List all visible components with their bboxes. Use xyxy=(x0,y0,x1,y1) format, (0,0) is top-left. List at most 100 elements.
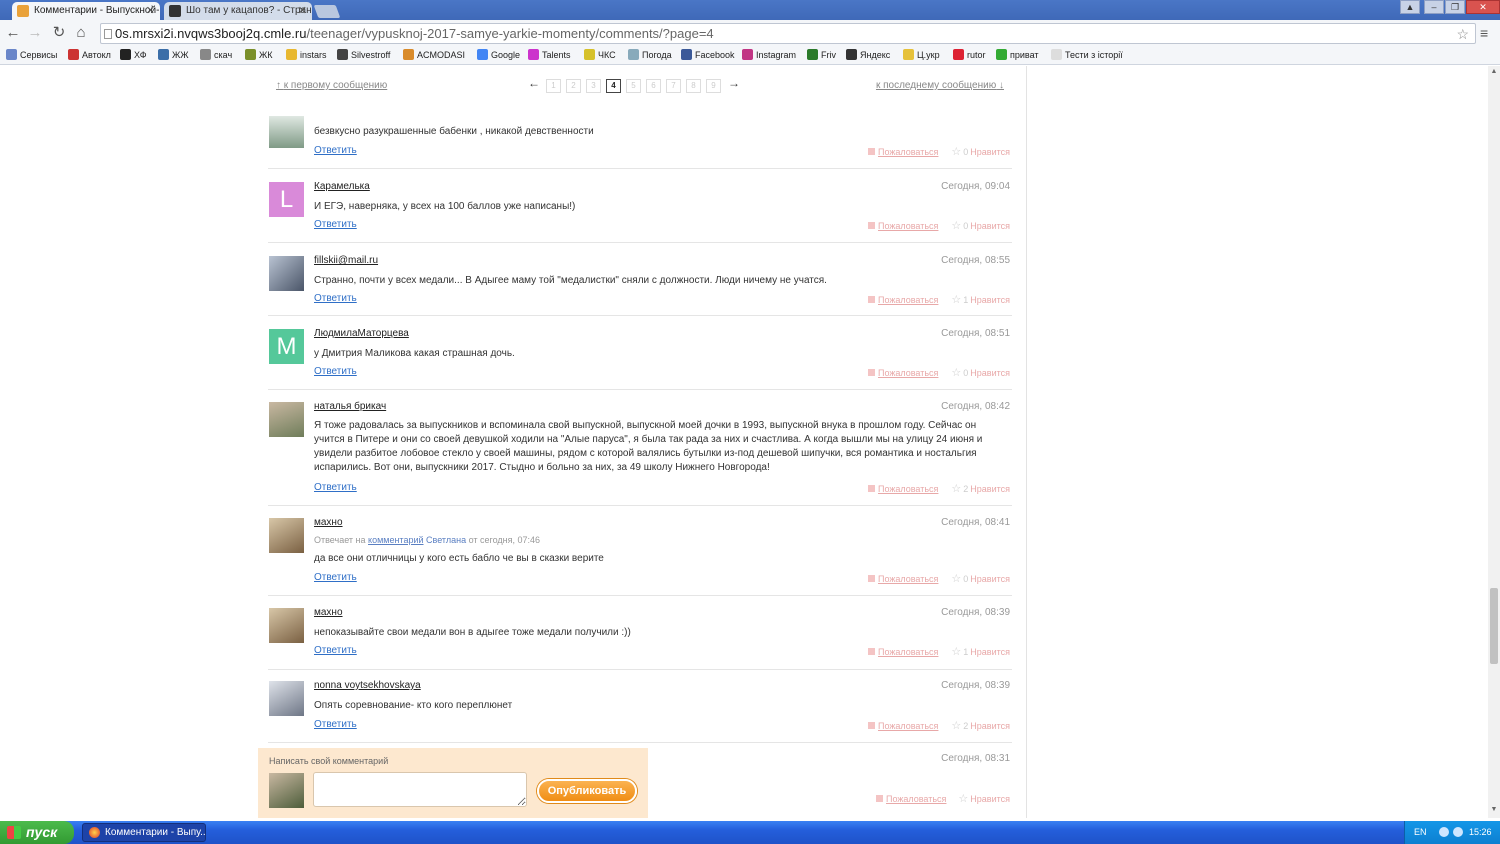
reply-link[interactable]: Ответить xyxy=(314,572,357,583)
tab-comments[interactable]: Комментарии - Выпускной- ✕ xyxy=(12,2,160,20)
language-indicator[interactable]: EN xyxy=(1414,827,1427,837)
complain-link[interactable]: Пожаловаться xyxy=(868,368,938,378)
page-9[interactable]: 9 xyxy=(706,79,721,93)
like-button[interactable]: ☆ 2 Нравится xyxy=(951,482,1010,495)
like-button[interactable]: ☆ 0 Нравится xyxy=(951,366,1010,379)
user-icon[interactable]: ▲ xyxy=(1400,0,1420,14)
bookmark-yandex[interactable]: Яндекс xyxy=(846,49,890,60)
bookmark-instars[interactable]: instars xyxy=(286,49,327,60)
like-button[interactable]: ☆ 0 Нравится xyxy=(951,219,1010,232)
bookmark-star-icon[interactable]: ☆ xyxy=(1456,25,1469,44)
comment-text: Странно, почти у всех медали... В Адыгее… xyxy=(314,275,827,286)
bookmark-talents[interactable]: Talents xyxy=(528,49,571,60)
complain-link[interactable]: Пожаловаться xyxy=(868,221,938,231)
comment-author[interactable]: fillskii@mail.ru xyxy=(314,255,378,266)
reply-link[interactable]: Ответить xyxy=(314,645,357,656)
like-button[interactable]: ☆ Нравится xyxy=(958,792,1010,805)
page-3[interactable]: 3 xyxy=(586,79,601,93)
reply-link[interactable]: Ответить xyxy=(314,366,357,377)
page-8[interactable]: 8 xyxy=(686,79,701,93)
to-last-link[interactable]: к последнему сообщению ↓ xyxy=(876,80,1004,91)
bookmark-privat[interactable]: приват xyxy=(996,49,1039,60)
bookmark-pogoda[interactable]: Погода xyxy=(628,49,672,60)
bookmark-testy[interactable]: Тести з історії xyxy=(1051,49,1123,60)
complain-link[interactable]: Пожаловаться xyxy=(868,147,938,157)
reply-link[interactable]: Ответить xyxy=(314,719,357,730)
bookmark-friv[interactable]: Friv xyxy=(807,49,836,60)
reply-link[interactable]: Ответить xyxy=(314,145,357,156)
new-tab-button[interactable] xyxy=(313,5,341,18)
reply-link[interactable]: Ответить xyxy=(314,482,357,493)
reply-link[interactable]: Ответить xyxy=(314,293,357,304)
minimize-button[interactable]: – xyxy=(1424,0,1444,14)
comment-author[interactable]: махно xyxy=(314,607,343,618)
volume-icon[interactable] xyxy=(1453,827,1463,837)
page-scrollbar[interactable]: ▲ ▼ xyxy=(1488,66,1500,818)
complain-link[interactable]: Пожаловаться xyxy=(868,647,938,657)
bookmark-acmodasi[interactable]: ACMODASI xyxy=(403,49,465,60)
reply-link[interactable]: Ответить xyxy=(314,219,357,230)
forward-arrow-icon[interactable]: → xyxy=(26,24,44,42)
bookmark-services[interactable]: Сервисы xyxy=(6,49,57,60)
page-7[interactable]: 7 xyxy=(666,79,681,93)
comment-author[interactable]: Карамелька xyxy=(314,181,370,192)
close-window-button[interactable]: ✕ xyxy=(1466,0,1500,14)
like-button[interactable]: ☆ 2 Нравится xyxy=(951,719,1010,732)
comment-input[interactable] xyxy=(313,772,527,807)
next-page-arrow-icon[interactable]: → xyxy=(728,76,740,90)
bookmark-zhk[interactable]: ЖК xyxy=(245,49,273,60)
complain-link[interactable]: Пожаловаться xyxy=(876,794,946,804)
bookmark-chks[interactable]: ЧКС xyxy=(584,49,616,60)
bookmark-hf[interactable]: ХФ xyxy=(120,49,147,60)
like-button[interactable]: ☆ 0 Нравится xyxy=(951,145,1010,158)
back-arrow-icon[interactable]: ← xyxy=(4,24,22,42)
comment-author[interactable]: ЛюдмилаМаторцева xyxy=(314,328,409,339)
news-favicon-icon xyxy=(169,5,181,17)
complain-link[interactable]: Пожаловаться xyxy=(868,484,938,494)
like-label: Нравится xyxy=(970,574,1010,584)
scroll-up-icon[interactable]: ▲ xyxy=(1490,68,1498,75)
prev-page-arrow-icon[interactable]: ← xyxy=(528,76,540,90)
network-icon[interactable] xyxy=(1439,827,1449,837)
bookmark-skach[interactable]: скач xyxy=(200,49,232,60)
publish-button[interactable]: Опубликовать xyxy=(537,779,637,803)
menu-icon[interactable]: ≡ xyxy=(1480,25,1488,41)
bookmark-zhzh[interactable]: ЖЖ xyxy=(158,49,189,60)
close-tab-icon[interactable]: ✕ xyxy=(146,4,155,17)
reply-user-link[interactable]: Светлана xyxy=(426,535,466,545)
home-icon[interactable]: ⌂ xyxy=(72,24,90,42)
bookmark-silvestroff[interactable]: Silvestroff xyxy=(337,49,390,60)
taskbar-item-browser[interactable]: Комментарии - Выпу... xyxy=(82,823,206,842)
tab-news[interactable]: Шо там у кацапов? - Стран ✕ xyxy=(164,2,312,20)
complain-link[interactable]: Пожаловаться xyxy=(868,574,938,584)
address-bar[interactable]: 0s.mrsxi2i.nvqws3booj2q.cmle.ru/teenager… xyxy=(100,23,1476,44)
bookmark-facebook[interactable]: Facebook xyxy=(681,49,735,60)
restore-button[interactable]: ❐ xyxy=(1445,0,1465,14)
bookmark-instagram[interactable]: Instagram xyxy=(742,49,796,60)
close-tab-icon[interactable]: ✕ xyxy=(298,4,307,17)
complain-link[interactable]: Пожаловаться xyxy=(868,721,938,731)
bookmark-rutor[interactable]: rutor xyxy=(953,49,986,60)
like-button[interactable]: ☆ 1 Нравится xyxy=(951,293,1010,306)
bookmark-avtokl[interactable]: Автокл xyxy=(68,49,111,60)
page-5[interactable]: 5 xyxy=(626,79,641,93)
reload-icon[interactable]: ↻ xyxy=(50,24,68,42)
page-6[interactable]: 6 xyxy=(646,79,661,93)
comment-author[interactable]: махно xyxy=(314,517,343,528)
scroll-thumb[interactable] xyxy=(1490,588,1498,664)
bookmark-tsukr[interactable]: Ц.укр xyxy=(903,49,940,60)
to-first-link[interactable]: ↑ к первому сообщению xyxy=(276,80,387,91)
facebook-icon xyxy=(681,49,692,60)
page-2[interactable]: 2 xyxy=(566,79,581,93)
scroll-down-icon[interactable]: ▼ xyxy=(1490,806,1498,813)
page-1[interactable]: 1 xyxy=(546,79,561,93)
complain-link[interactable]: Пожаловаться xyxy=(868,295,938,305)
reply-comment-link[interactable]: комментарий xyxy=(368,535,423,545)
bookmark-google[interactable]: Google xyxy=(477,49,520,60)
comment-author[interactable]: наталья брикач xyxy=(314,401,386,412)
like-button[interactable]: ☆ 1 Нравится xyxy=(951,645,1010,658)
page-4-current[interactable]: 4 xyxy=(606,79,621,93)
start-button[interactable]: пуск xyxy=(0,821,74,844)
comment-author[interactable]: nonna voytsekhovskaya xyxy=(314,680,421,691)
like-button[interactable]: ☆ 0 Нравится xyxy=(951,572,1010,585)
